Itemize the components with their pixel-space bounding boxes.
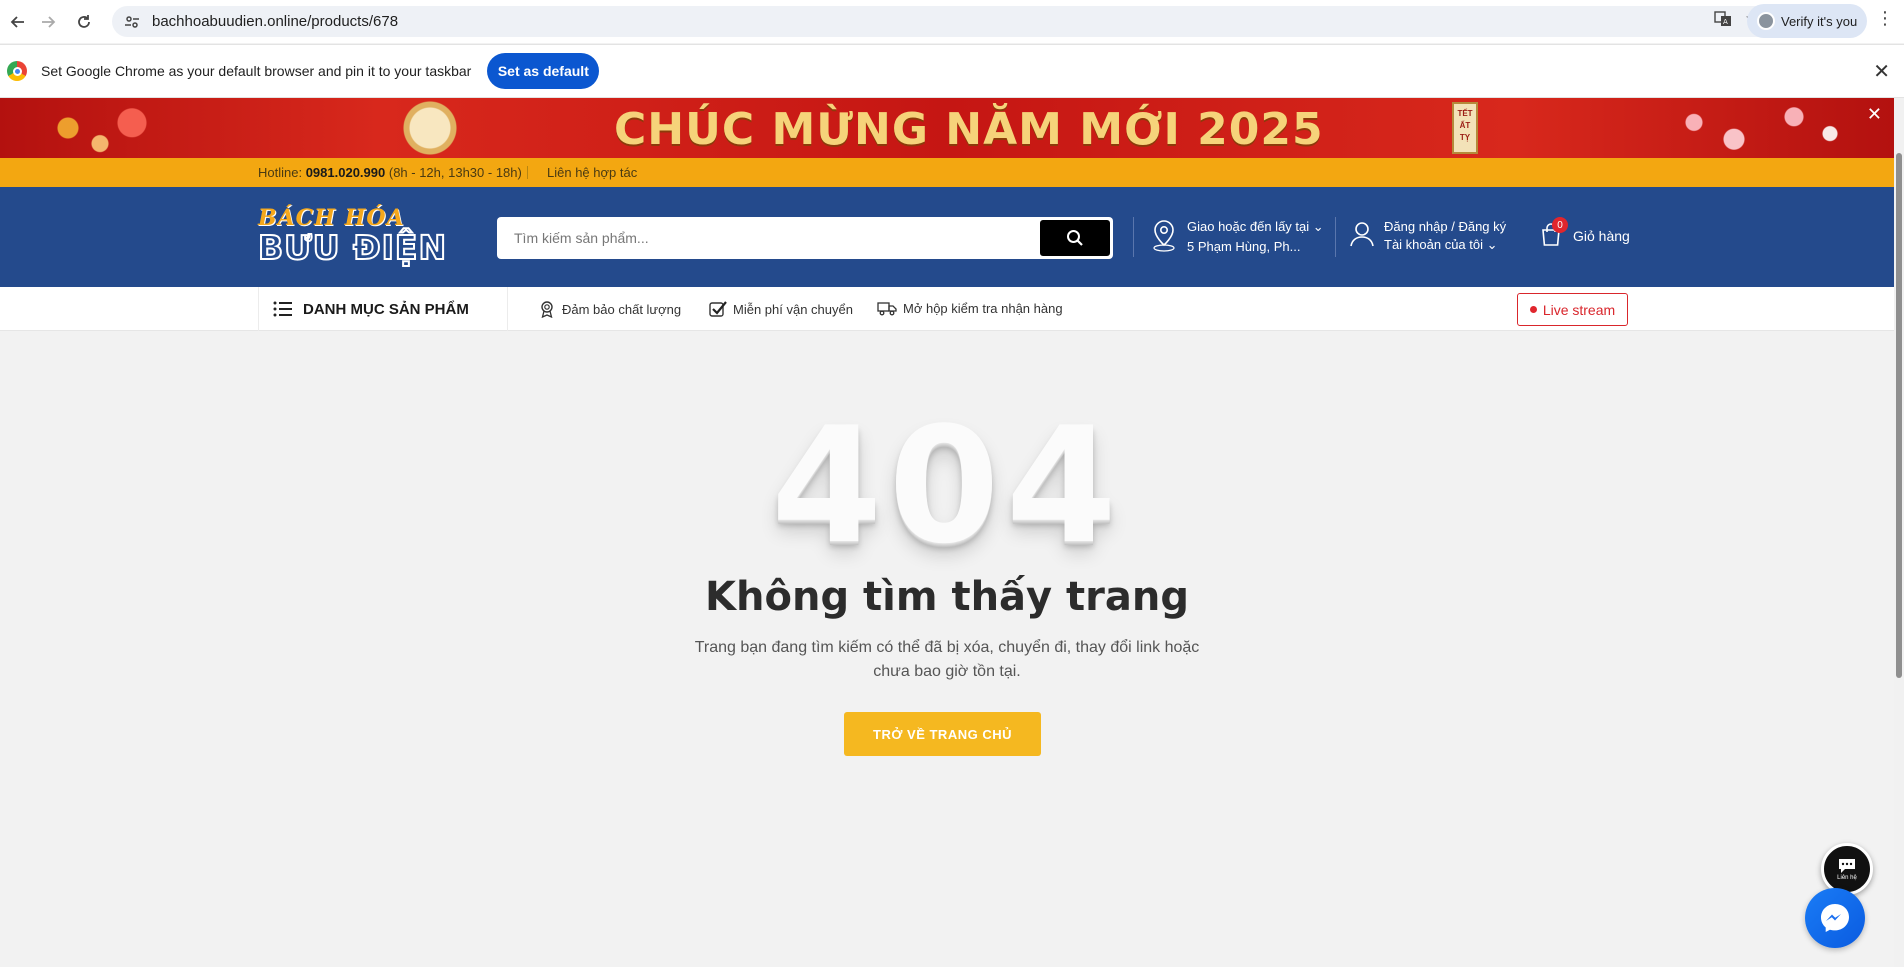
site-logo[interactable]: BÁCH HÓA BƯU ĐIỆN (257, 205, 470, 271)
browser-menu-icon[interactable]: ⋮ (1876, 8, 1894, 29)
cart-count-badge: 0 (1552, 217, 1568, 233)
set-default-button[interactable]: Set as default (487, 53, 600, 89)
medal-icon (541, 301, 553, 318)
checkmark-icon (709, 301, 727, 317)
location-address: 5 Phạm Hùng, Ph... (1187, 239, 1301, 254)
cart-label: Giỏ hàng (1573, 228, 1630, 244)
hotline: Hotline: 0981.020.990 (8h - 12h, 13h30 -… (258, 165, 522, 180)
topbar: Hotline: 0981.020.990 (8h - 12h, 13h30 -… (0, 158, 1894, 187)
new-year-banner[interactable]: CHÚC MỪNG NĂM MỚI 2025 TẾT ẤT TỴ ✕ (0, 98, 1894, 158)
translate-icon[interactable]: A (1714, 10, 1732, 28)
banner-tag: TẾT ẤT TỴ (1452, 102, 1478, 154)
arrow-right-icon (42, 16, 56, 28)
arrow-left-icon (10, 16, 24, 28)
cart-button[interactable]: 0 Giỏ hàng (1540, 217, 1630, 252)
url-text[interactable]: bachhoabuudien.online/products/678 (152, 13, 398, 30)
banner-close-icon[interactable]: ✕ (1867, 104, 1882, 125)
logo-line-2: BƯU ĐIỆN (257, 228, 448, 267)
error-title: Không tìm thấy trang (705, 574, 1189, 620)
category-menu-label: DANH MỤC SẢN PHẨM (303, 300, 469, 318)
page-scrollbar[interactable] (1894, 98, 1904, 967)
nav-bar: DANH MỤC SẢN PHẨM Đảm bảo chất lượng Miễ… (0, 287, 1894, 331)
site-info-icon[interactable] (124, 14, 140, 30)
divider (1133, 217, 1134, 257)
feature-label: Mở hộp kiểm tra nhận hàng (903, 300, 1063, 316)
live-stream-label: Live stream (1542, 301, 1616, 318)
account-line-2: Tài khoản của tôi (1384, 237, 1484, 252)
blossom-decoration (1654, 100, 1854, 156)
search-box (497, 217, 1113, 259)
address-bar[interactable]: bachhoabuudien.online/products/678 A (112, 6, 1772, 37)
live-stream-button[interactable]: Live stream (1517, 293, 1628, 326)
search-input[interactable] (497, 217, 1037, 259)
location-label: Giao hoặc đến lấy tại ⌄ (1187, 219, 1324, 235)
browser-toolbar: bachhoabuudien.online/products/678 A Ver… (0, 0, 1904, 43)
hotline-number[interactable]: 0981.020.990 (306, 165, 386, 180)
feature-label: Miễn phí vận chuyển (733, 301, 853, 317)
feature-open-box: Mở hộp kiểm tra nhận hàng (877, 300, 1063, 316)
banner-title: CHÚC MỪNG NĂM MỚI 2025 (614, 104, 1324, 155)
snake-mascot-decoration (400, 100, 460, 156)
location-line-1: Giao hoặc đến lấy tại (1187, 219, 1310, 234)
messenger-icon (1821, 904, 1849, 932)
live-dot-icon (1529, 306, 1537, 313)
forward-button[interactable] (30, 4, 66, 40)
scrollbar-thumb[interactable] (1896, 153, 1902, 678)
default-browser-infobar: Set Google Chrome as your default browse… (0, 44, 1904, 98)
search-icon (1067, 230, 1083, 246)
hotline-hours: (8h - 12h, 13h30 - 18h) (388, 165, 522, 180)
site-header: BÁCH HÓA BƯU ĐIỆN Giao hoặc đến lấy tại … (0, 187, 1894, 287)
messenger-button[interactable] (1805, 888, 1865, 948)
chevron-down-icon: ⌄ (1312, 219, 1324, 234)
lantern-decoration (20, 102, 180, 154)
error-description: Trang bạn đang tìm kiếm có thể đã bị xóa… (694, 639, 1200, 680)
search-button[interactable] (1040, 220, 1110, 256)
verify-profile-chip[interactable]: Verify it's you (1747, 4, 1867, 38)
delivery-truck-icon (877, 302, 897, 316)
feature-free-shipping: Miễn phí vận chuyển (709, 300, 853, 318)
chat-bubble-icon (1839, 858, 1855, 873)
infobar-message: Set Google Chrome as your default browse… (41, 63, 472, 79)
error-code: 404 (771, 392, 1123, 579)
login-register-link[interactable]: Đăng nhập / Đăng ký (1384, 219, 1506, 234)
svg-text:A: A (1723, 18, 1728, 26)
category-menu-button[interactable]: DANH MỤC SẢN PHẨM (258, 287, 508, 331)
hotline-label: Hotline: (258, 165, 303, 180)
user-icon (1350, 222, 1374, 247)
feature-label: Đảm bảo chất lượng (562, 301, 682, 317)
infobar-close-icon[interactable]: ✕ (1873, 59, 1890, 84)
chevron-down-icon: ⌄ (1486, 237, 1498, 252)
contact-chat-button[interactable]: Liên hệ (1821, 843, 1873, 895)
reload-icon (78, 15, 90, 28)
feature-quality: Đảm bảo chất lượng (538, 300, 681, 318)
location-pin-icon (1153, 220, 1175, 252)
divider (527, 166, 528, 179)
back-to-home-button[interactable]: TRỞ VỀ TRANG CHỦ (844, 712, 1041, 756)
chrome-logo-icon (7, 61, 27, 81)
menu-list-icon (273, 301, 292, 317)
verify-label: Verify it's you (1781, 13, 1858, 29)
my-account-label: Tài khoản của tôi ⌄ (1384, 237, 1498, 253)
profile-avatar (1757, 12, 1775, 30)
chat-label: Liên hệ (1837, 874, 1857, 881)
contact-link[interactable]: Liên hệ hợp tác (547, 165, 637, 180)
divider (1335, 217, 1336, 257)
reload-button[interactable] (66, 4, 102, 40)
